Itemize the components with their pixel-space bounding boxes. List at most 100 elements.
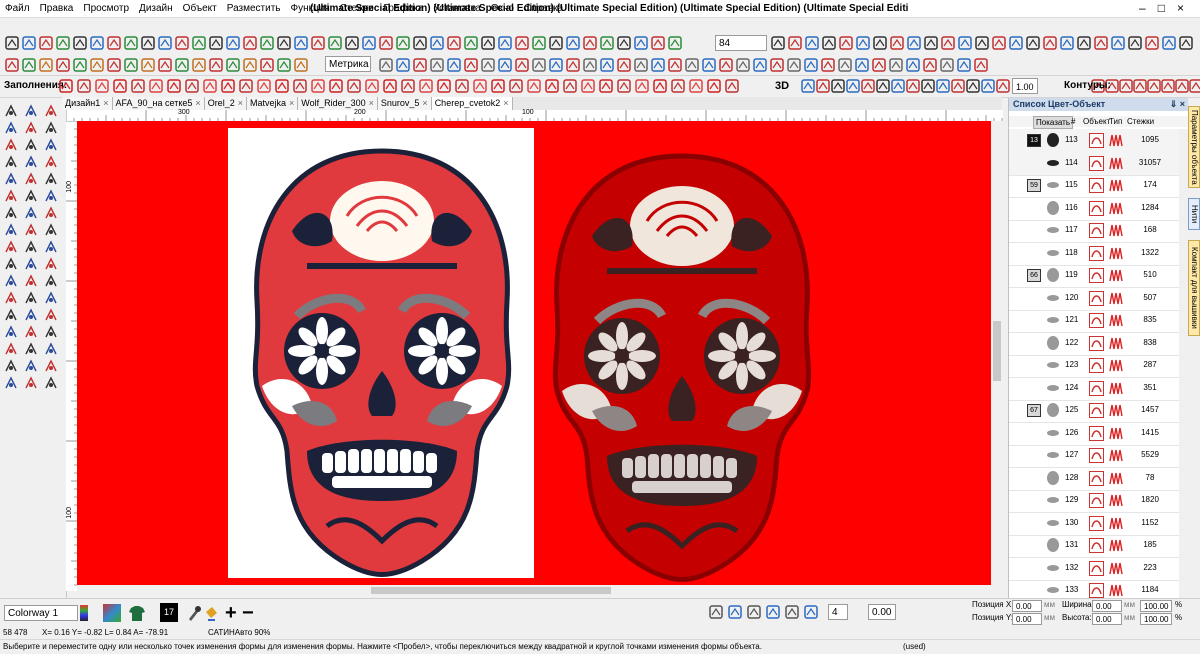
toolbar-icon[interactable] — [395, 57, 411, 73]
toolbar-icon[interactable] — [395, 35, 411, 51]
units-select[interactable]: Метрика — [325, 56, 371, 72]
toolbar-icon[interactable] — [89, 35, 105, 51]
toolbar-icon[interactable] — [769, 57, 785, 73]
toolbar-icon[interactable] — [923, 35, 939, 51]
toolbar-icon[interactable] — [208, 35, 224, 51]
document-tab[interactable]: Дизайн1 × — [62, 97, 113, 110]
fill-type-icon[interactable] — [220, 78, 236, 94]
toolbar-icon[interactable] — [429, 35, 445, 51]
close-tab-icon[interactable]: × — [503, 98, 508, 108]
toolbar-icon[interactable] — [276, 35, 292, 51]
minimize-button[interactable]: – — [1139, 1, 1158, 15]
object-row[interactable]: 13 113 1095 — [1009, 129, 1179, 153]
close-tab-icon[interactable]: × — [238, 98, 243, 108]
tool-icon[interactable] — [23, 154, 39, 170]
toolbar-icon[interactable] — [830, 78, 846, 94]
toolbar-icon[interactable] — [957, 35, 973, 51]
tool-icon[interactable] — [3, 239, 19, 255]
toolbar-icon[interactable] — [514, 57, 530, 73]
fill-type-icon[interactable] — [418, 78, 434, 94]
object-row[interactable]: 120 507 — [1009, 287, 1179, 311]
color-group-badge[interactable]: 66 — [1027, 269, 1041, 282]
menu-item[interactable]: Файл — [0, 0, 35, 17]
toolbar-icon[interactable] — [242, 35, 258, 51]
fill-type-icon[interactable] — [166, 78, 182, 94]
toolbar-icon[interactable] — [582, 35, 598, 51]
tool-icon[interactable] — [23, 205, 39, 221]
tool-icon[interactable] — [23, 103, 39, 119]
tool-icon[interactable] — [43, 256, 59, 272]
toolbar-icon[interactable] — [565, 35, 581, 51]
toolbar-icon[interactable] — [157, 57, 173, 73]
object-row[interactable]: 116 1284 — [1009, 197, 1179, 221]
fill-type-icon[interactable] — [310, 78, 326, 94]
toolbar-icon[interactable] — [72, 57, 88, 73]
toolbar-icon[interactable] — [820, 57, 836, 73]
toolbar-icon[interactable] — [837, 57, 853, 73]
toolbar-icon[interactable] — [650, 57, 666, 73]
toolbar-icon[interactable] — [191, 35, 207, 51]
toolbar-icon[interactable] — [276, 57, 292, 73]
threed-button[interactable]: 3D — [775, 78, 789, 94]
toolbar-icon[interactable] — [1008, 35, 1024, 51]
toolbar-icon[interactable] — [633, 35, 649, 51]
toolbar-icon[interactable] — [259, 57, 275, 73]
toolbar-icon[interactable] — [378, 57, 394, 73]
toolbar-icon[interactable] — [361, 35, 377, 51]
toolbar-icon[interactable] — [89, 57, 105, 73]
tool-icon[interactable] — [23, 171, 39, 187]
object-row[interactable]: 126 1415 — [1009, 422, 1179, 446]
object-row[interactable]: 123 287 — [1009, 354, 1179, 378]
tool-icon[interactable] — [23, 188, 39, 204]
toolbar-icon[interactable] — [157, 35, 173, 51]
color-group-badge[interactable]: 67 — [1027, 404, 1041, 417]
object-row[interactable]: 128 78 — [1009, 467, 1179, 491]
fill-type-icon[interactable] — [274, 78, 290, 94]
object-row[interactable]: 121 835 — [1009, 309, 1179, 333]
close-tab-icon[interactable]: × — [422, 98, 427, 108]
object-row[interactable]: 124 351 — [1009, 377, 1179, 401]
remove-color-button[interactable]: − — [242, 602, 254, 625]
transform-icon[interactable] — [746, 604, 762, 620]
tool-icon[interactable] — [23, 273, 39, 289]
toolbar-icon[interactable] — [616, 57, 632, 73]
toolbar-icon[interactable] — [38, 35, 54, 51]
tool-icon[interactable] — [43, 375, 59, 391]
toolbar-icon[interactable] — [872, 35, 888, 51]
toolbar-icon[interactable] — [174, 35, 190, 51]
object-row[interactable]: 117 168 — [1009, 219, 1179, 243]
toolbar-icon[interactable] — [38, 57, 54, 73]
object-row[interactable]: 130 1152 — [1009, 512, 1179, 536]
fill-type-icon[interactable] — [490, 78, 506, 94]
toolbar-icon[interactable] — [548, 35, 564, 51]
tool-icon[interactable] — [23, 239, 39, 255]
tool-icon[interactable] — [3, 290, 19, 306]
toolbar-icon[interactable] — [293, 57, 309, 73]
toolbar-icon[interactable] — [1127, 35, 1143, 51]
toolbar-icon[interactable] — [1076, 35, 1092, 51]
tab-object-properties[interactable]: Параметры объекта — [1188, 106, 1200, 188]
toolbar-icon[interactable] — [860, 78, 876, 94]
toolbar-icon[interactable] — [905, 57, 921, 73]
fill-type-icon[interactable] — [58, 78, 74, 94]
tool-icon[interactable] — [43, 154, 59, 170]
vertical-scrollbar[interactable] — [991, 121, 1003, 585]
toolbar-icon[interactable] — [845, 78, 861, 94]
fill-type-icon[interactable] — [400, 78, 416, 94]
tool-icon[interactable] — [3, 137, 19, 153]
document-tab[interactable]: Snurov_5 × — [377, 97, 432, 110]
toolbar-icon[interactable] — [905, 78, 921, 94]
pos-y-input[interactable]: 0.00 — [1012, 613, 1042, 625]
toolbar-icon[interactable] — [875, 78, 891, 94]
toolbar-icon[interactable] — [974, 35, 990, 51]
pos-x-input[interactable]: 0.00 — [1012, 600, 1042, 612]
toolbar-icon[interactable] — [1059, 35, 1075, 51]
color-swatch-icon[interactable] — [103, 604, 121, 622]
fill-type-icon[interactable] — [184, 78, 200, 94]
object-row[interactable]: 114 31057 — [1009, 151, 1179, 176]
width-value-input[interactable]: 4 — [828, 604, 848, 620]
color-group-badge[interactable]: 13 — [1027, 134, 1041, 147]
fill-type-icon[interactable] — [580, 78, 596, 94]
toolbar-icon[interactable] — [446, 57, 462, 73]
object-row[interactable]: 66 119 510 — [1009, 264, 1179, 288]
